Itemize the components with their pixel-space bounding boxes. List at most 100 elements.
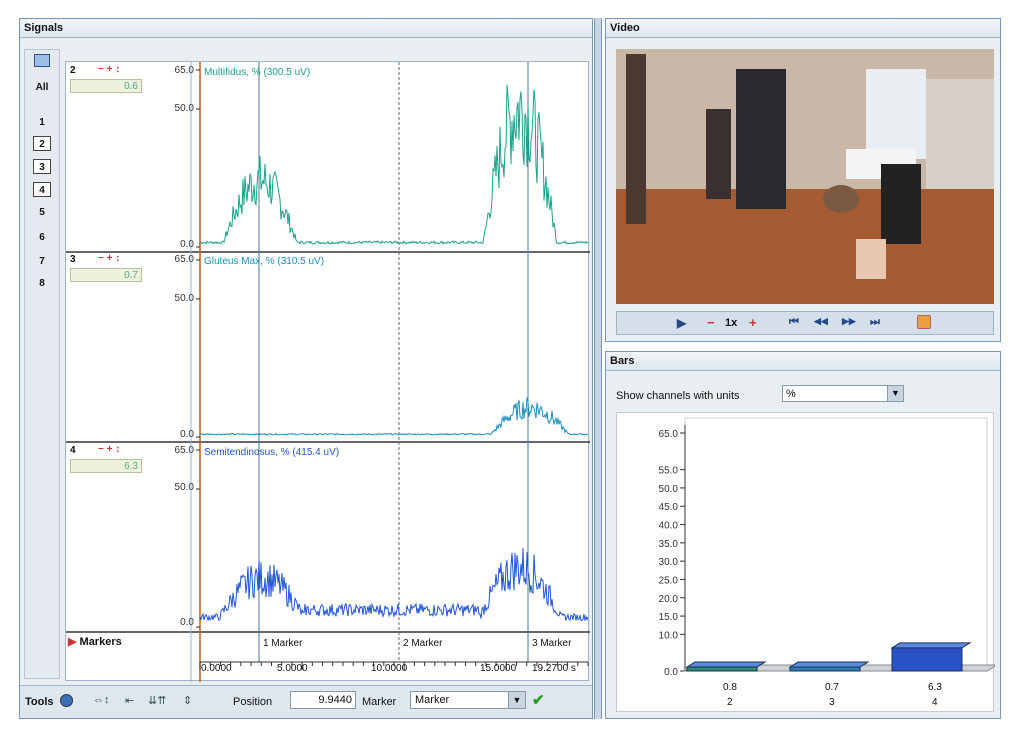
video-settings-icon[interactable] <box>917 315 931 329</box>
channel-6-button[interactable]: 6 <box>33 230 51 245</box>
zoom-vertical-icon[interactable]: ⇔↕ <box>93 694 110 706</box>
y-tick-label: 55.0 <box>659 466 679 477</box>
channel-value: 0.6 <box>70 79 142 93</box>
channel-1-button[interactable]: 1 <box>33 115 51 130</box>
confirm-check-icon[interactable]: ✔ <box>532 691 545 709</box>
bars-title: Bars <box>606 352 1000 371</box>
y-tick-label: 65.0 <box>659 429 679 440</box>
zoom-fit-icon[interactable]: ⇤ <box>125 694 134 707</box>
channel-number: 4 <box>70 445 76 456</box>
bars-chart: 65.0 55.0 50.0 45.0 40.0 35.0 30.0 25.0 20.0 15.0… <box>659 417 995 678</box>
channel-7-button[interactable]: 7 <box>33 254 51 269</box>
time-tick-1: 5.0000 <box>277 663 308 674</box>
signal-trace <box>199 84 589 245</box>
y-tick-label: 0.0 <box>664 667 678 678</box>
ch4-ymid: 50.0 <box>174 482 194 493</box>
marker-label-3[interactable]: 3 Marker <box>532 638 571 649</box>
signals-panel: Signals All 1 2 3 4 5 6 7 8 2 − + ↕ 0.6 … <box>19 18 593 719</box>
play-button[interactable]: ▶ <box>677 316 686 330</box>
channel-number: 2 <box>70 65 76 76</box>
y-tick-label: 30.0 <box>659 557 679 568</box>
bar-value-2: 6.3 <box>928 682 942 693</box>
dropdown-arrow-icon: ▼ <box>887 386 903 401</box>
ch2-ymid: 50.0 <box>174 103 194 114</box>
video-controls: ▶ − 1x + ⏮ ◀◀ ▶▶ ⏭ <box>616 311 994 335</box>
channel-4-button[interactable]: 4 <box>33 182 51 197</box>
markers-label: Markers <box>79 636 122 648</box>
channel-5-button[interactable]: 5 <box>33 205 51 220</box>
y-tick-label: 50.0 <box>659 484 679 495</box>
ch3-ymax: 65.0 <box>174 254 194 265</box>
y-tick-label: 20.0 <box>659 594 679 605</box>
bar-channel-0: 2 <box>727 697 733 708</box>
ch3-ymid: 50.0 <box>174 293 194 304</box>
speed-increase-button[interactable]: + <box>749 315 757 330</box>
channel-8-button[interactable]: 8 <box>33 276 51 291</box>
bar-top <box>788 661 870 668</box>
plot-area <box>684 417 988 672</box>
step-forward-button[interactable]: ▶▶ <box>842 316 856 327</box>
panel-splitter[interactable] <box>594 18 602 719</box>
position-field[interactable]: 9.9440 <box>290 691 356 709</box>
marker-select-value: Marker <box>415 694 450 706</box>
video-panel: Video ▶ − 1x + ⏮ ◀◀ ▶▶ ⏭ <box>605 18 1001 342</box>
channel-3-button[interactable]: 3 <box>33 159 51 174</box>
markers-row-label[interactable]: ▶ Markers <box>68 635 122 648</box>
video-frame <box>616 49 994 304</box>
signal-trace <box>199 548 589 622</box>
collapse-icon[interactable]: ⇕ <box>183 694 192 707</box>
bar-channel-2: 4 <box>932 697 938 708</box>
marker-label-1[interactable]: 1 Marker <box>263 638 302 649</box>
video-scene <box>616 49 994 304</box>
bars-chart-area: 65.0 55.0 50.0 45.0 40.0 35.0 30.0 25.0 20.0 15.0… <box>616 412 995 712</box>
channel-controls[interactable]: − + ↕ <box>98 64 120 75</box>
position-label: Position <box>233 696 273 708</box>
bar-channel-1: 3 <box>829 697 835 708</box>
bar-value-0: 0.8 <box>723 682 737 693</box>
channel-value: 6.3 <box>70 459 142 473</box>
go-to-end-button[interactable]: ⏭ <box>870 316 880 329</box>
y-tick-label: 10.0 <box>659 630 679 641</box>
units-filter-select[interactable]: % ▼ <box>782 385 904 402</box>
tools-label: Tools <box>25 696 54 708</box>
tools-bar: Tools ⇔↕ ⇤ ⇊⇈ ⇕ Position 9.9440 Marker M… <box>20 685 592 718</box>
channel-controls[interactable]: − + ↕ <box>98 444 120 455</box>
signal-plots <box>66 62 590 682</box>
channel-all-button[interactable]: All <box>33 80 51 95</box>
tools-options-icon[interactable] <box>60 694 73 707</box>
bar <box>789 666 861 672</box>
time-tick-4: 19.2700 s <box>532 663 576 674</box>
channel-row-4: 4 − + ↕ 6.3 <box>68 443 146 483</box>
bar-value-1: 0.7 <box>825 682 839 693</box>
marker-label-2[interactable]: 2 Marker <box>403 638 442 649</box>
expand-all-icon[interactable]: ⇊⇈ <box>148 694 166 707</box>
units-filter-label: Show channels with units <box>616 390 740 402</box>
time-tick-3: 15.0000 <box>480 663 517 674</box>
go-to-start-button[interactable]: ⏮ <box>789 316 799 329</box>
bar-top <box>890 642 972 649</box>
marker-select[interactable]: Marker ▼ <box>410 691 526 709</box>
channel-row-2: 2 − + ↕ 0.6 <box>68 63 146 103</box>
marker-label: Marker <box>362 696 397 708</box>
channel-2-button[interactable]: 2 <box>33 136 51 151</box>
ch3-ymin: 0.0 <box>180 429 194 440</box>
signal-trace <box>200 397 589 436</box>
speed-decrease-button[interactable]: − <box>707 315 715 330</box>
ch4-signal-label: Semitendinosus, % (415.4 uV) <box>204 447 340 458</box>
step-back-button[interactable]: ◀◀ <box>814 316 828 327</box>
monitor-icon[interactable] <box>34 54 50 67</box>
ch4-ymin: 0.0 <box>180 617 194 628</box>
ch2-ymin: 0.0 <box>180 239 194 250</box>
bars-panel: Bars Show channels with units % ▼ 65.0 55… <box>605 351 1001 719</box>
dropdown-arrow-icon: ▼ <box>508 692 525 708</box>
y-tick-label: 40.0 <box>659 521 679 532</box>
channel-controls[interactable]: − + ↕ <box>98 253 120 264</box>
bar-top <box>685 661 767 668</box>
bar <box>686 666 758 672</box>
y-tick-label: 35.0 <box>659 539 679 550</box>
expand-triangle-icon: ▶ <box>68 636 77 648</box>
ch2-signal-label: Multifidus, % (300.5 uV) <box>204 67 311 78</box>
ch4-ymax: 65.0 <box>174 445 194 456</box>
channel-value: 0.7 <box>70 268 142 282</box>
channel-number: 3 <box>70 254 76 265</box>
